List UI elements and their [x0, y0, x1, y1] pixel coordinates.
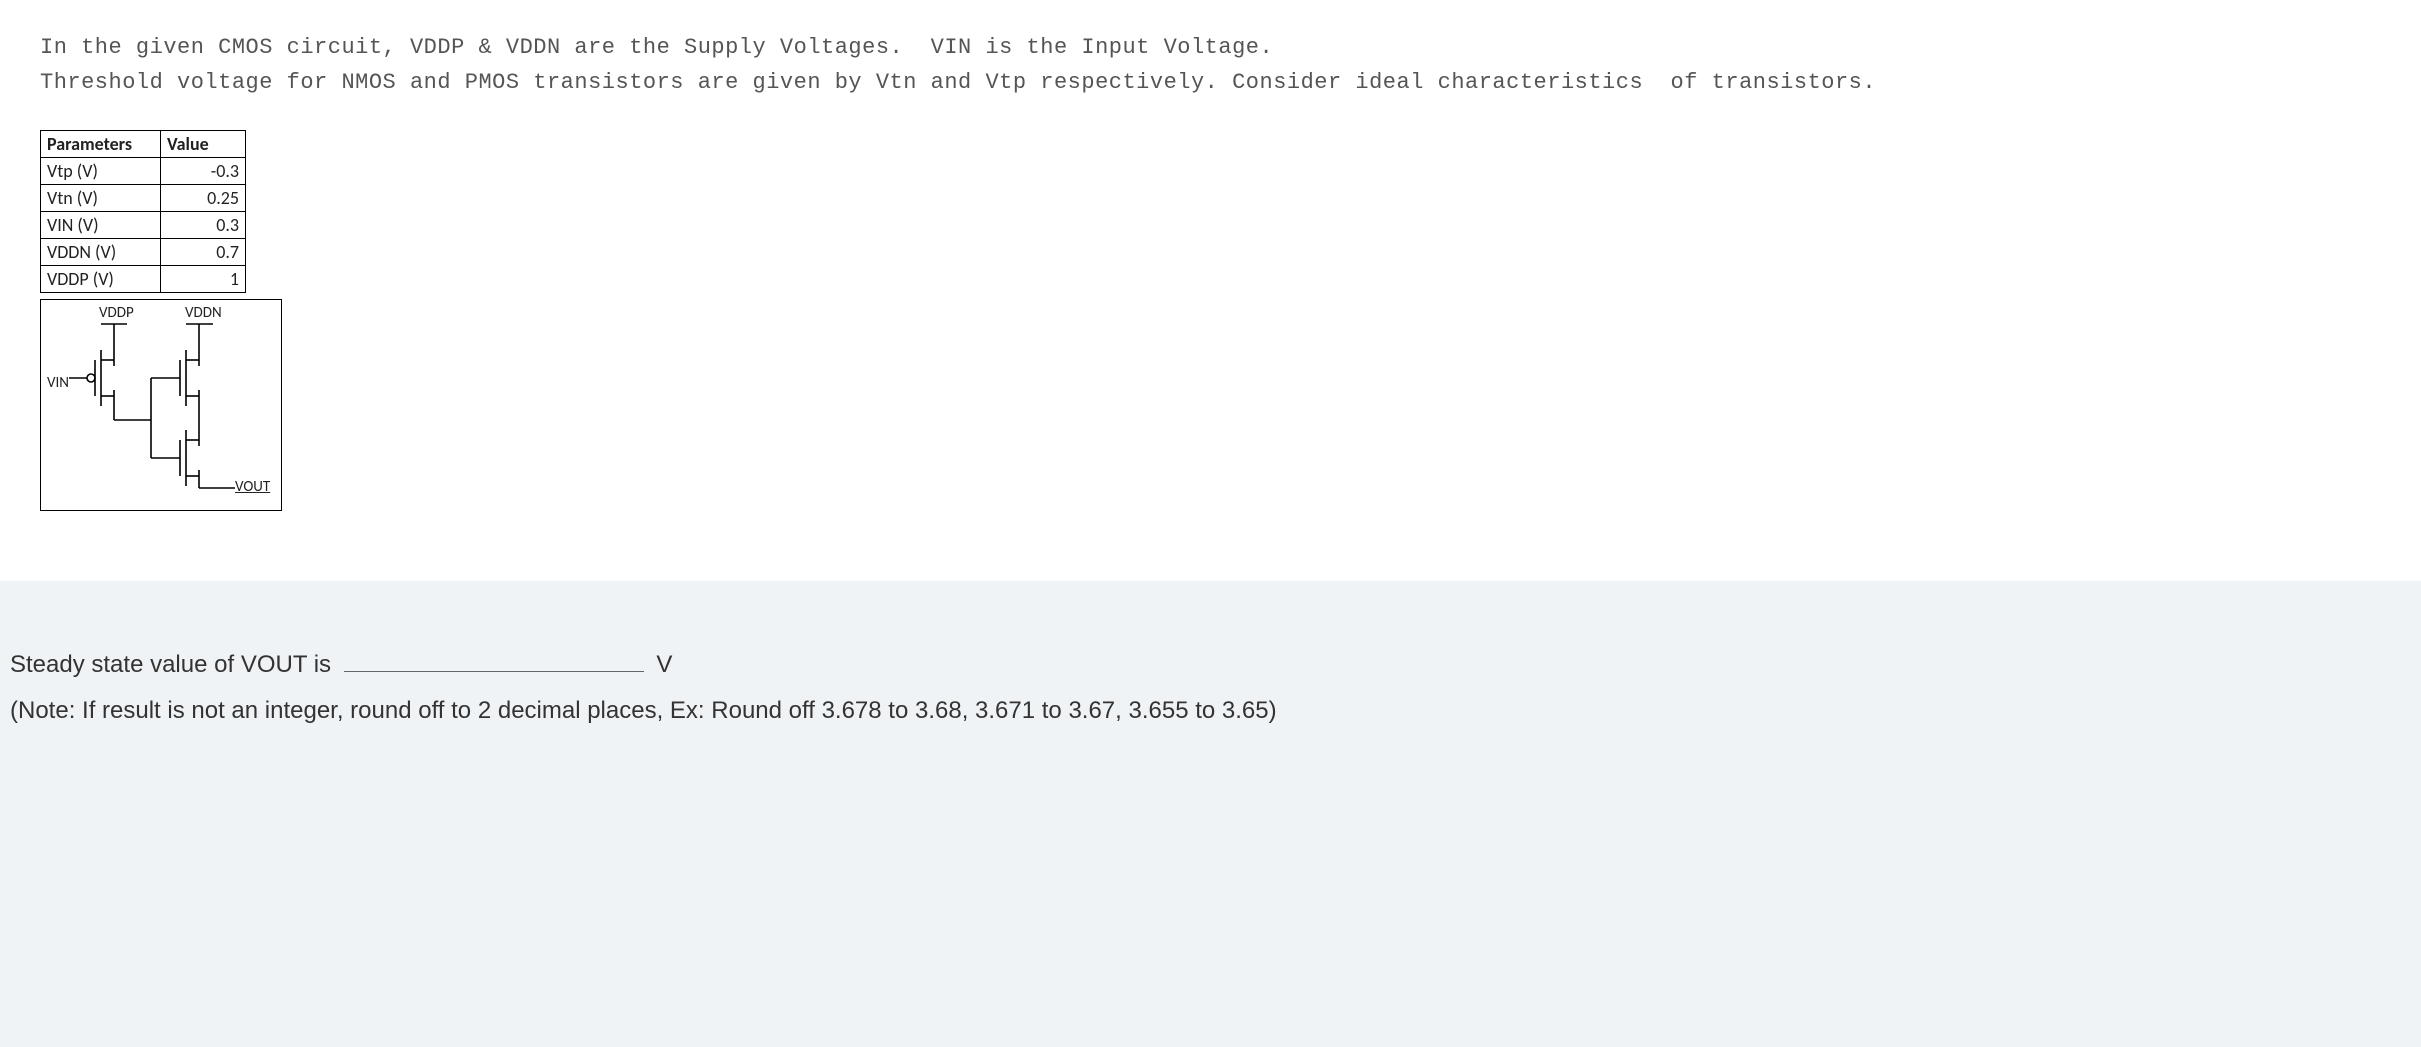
circuit-svg: [41, 300, 281, 510]
param-value: 0.7: [161, 239, 246, 266]
header-value: Value: [161, 131, 246, 158]
param-value: 0.3: [161, 212, 246, 239]
answer-prompt: Steady state value of VOUT is V: [10, 651, 2411, 679]
parameters-table: Parameters Value Vtp (V) -0.3 Vtn (V) 0.…: [40, 130, 246, 293]
param-name: Vtp (V): [41, 158, 161, 185]
table-row: Vtn (V) 0.25: [41, 185, 246, 212]
question-text: In the given CMOS circuit, VDDP & VDDN a…: [40, 30, 2381, 100]
answer-suffix: V: [656, 651, 672, 678]
answer-block: Steady state value of VOUT is V (Note: I…: [0, 581, 2421, 755]
param-name: VIN (V): [41, 212, 161, 239]
page-container: In the given CMOS circuit, VDDP & VDDN a…: [0, 0, 2421, 755]
question-line2: Threshold voltage for NMOS and PMOS tran…: [40, 70, 1876, 95]
table-header-row: Parameters Value: [41, 131, 246, 158]
question-line1: In the given CMOS circuit, VDDP & VDDN a…: [40, 35, 1273, 60]
table-row: VIN (V) 0.3: [41, 212, 246, 239]
param-name: VDDN (V): [41, 239, 161, 266]
param-name: VDDP (V): [41, 266, 161, 293]
param-value: -0.3: [161, 158, 246, 185]
table-row: Vtp (V) -0.3: [41, 158, 246, 185]
param-value: 0.25: [161, 185, 246, 212]
circuit-diagram: VDDP VDDN VIN VOUT: [40, 299, 282, 511]
answer-input-blank[interactable]: [344, 651, 644, 672]
answer-note: (Note: If result is not an integer, roun…: [10, 697, 2411, 725]
header-parameters: Parameters: [41, 131, 161, 158]
param-name: Vtn (V): [41, 185, 161, 212]
table-row: VDDP (V) 1: [41, 266, 246, 293]
table-row: VDDN (V) 0.7: [41, 239, 246, 266]
param-value: 1: [161, 266, 246, 293]
question-block: In the given CMOS circuit, VDDP & VDDN a…: [0, 0, 2421, 581]
answer-prefix: Steady state value of VOUT is: [10, 651, 331, 678]
